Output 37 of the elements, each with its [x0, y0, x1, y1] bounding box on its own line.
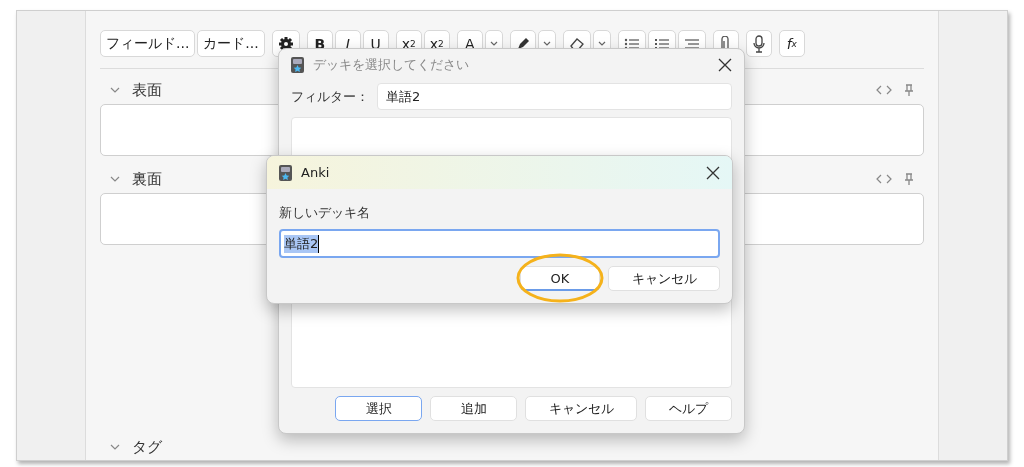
app-icon: [291, 57, 304, 73]
dialog-button[interactable]: キャンセル: [608, 266, 720, 291]
toolbar-button[interactable]: カード...: [197, 30, 265, 57]
caret-icon: [489, 40, 498, 47]
code-icon[interactable]: [876, 174, 892, 184]
close-icon[interactable]: [706, 165, 720, 180]
dialog-button[interactable]: 追加: [430, 396, 517, 421]
filter-field[interactable]: 単語2: [377, 83, 732, 110]
deck-name-field[interactable]: 単語2: [279, 229, 720, 258]
align-icon: [683, 36, 700, 51]
dialog-title: デッキを選択してください: [313, 56, 469, 74]
field-label: 表面: [132, 80, 162, 100]
chevron-icon[interactable]: [110, 175, 120, 183]
chevron-icon[interactable]: [110, 443, 120, 451]
dialog-button[interactable]: キャンセル: [525, 396, 637, 421]
microphone-icon: [752, 34, 765, 53]
close-icon[interactable]: [718, 58, 732, 72]
dialog-title: Anki: [301, 165, 330, 180]
eraser-icon: [568, 36, 585, 51]
dialog-button[interactable]: OK: [520, 266, 600, 291]
tags-label: タグ: [132, 437, 162, 457]
app-icon: [279, 164, 292, 181]
code-icon[interactable]: [876, 85, 892, 95]
pin-icon[interactable]: [904, 172, 914, 186]
dialog-button[interactable]: ヘルプ: [645, 396, 732, 421]
chevron-icon[interactable]: [110, 86, 120, 94]
dialog-button[interactable]: 選択: [335, 396, 422, 421]
bullet-list-icon: [623, 36, 640, 51]
toolbar-button[interactable]: フィールド...: [100, 30, 196, 57]
filter-label: フィルター：: [291, 87, 369, 106]
field-label: 裏面: [132, 169, 162, 189]
caret-icon: [542, 40, 551, 47]
pin-icon[interactable]: [904, 83, 914, 97]
caret-icon: [597, 40, 606, 47]
microphone-button[interactable]: [745, 30, 772, 57]
numbered-list-icon: [653, 36, 670, 51]
field-label: 新しいデッキ名: [279, 204, 371, 222]
